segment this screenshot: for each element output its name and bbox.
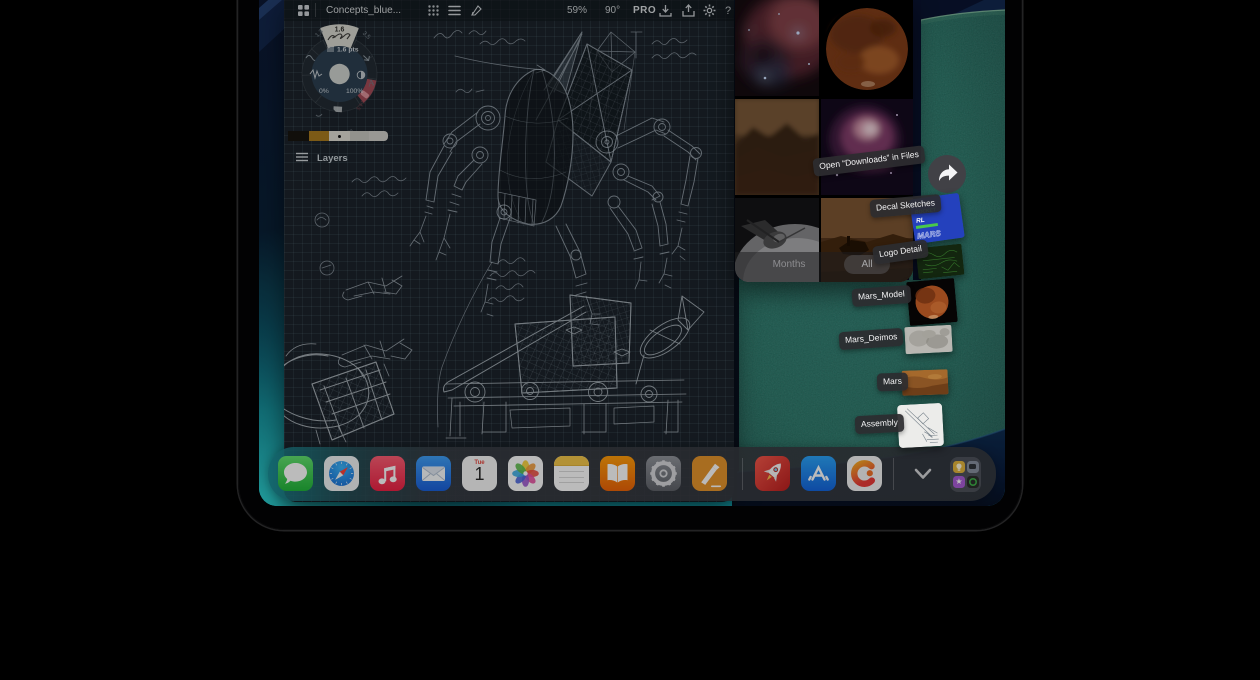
svg-text:RL: RL: [916, 217, 926, 225]
